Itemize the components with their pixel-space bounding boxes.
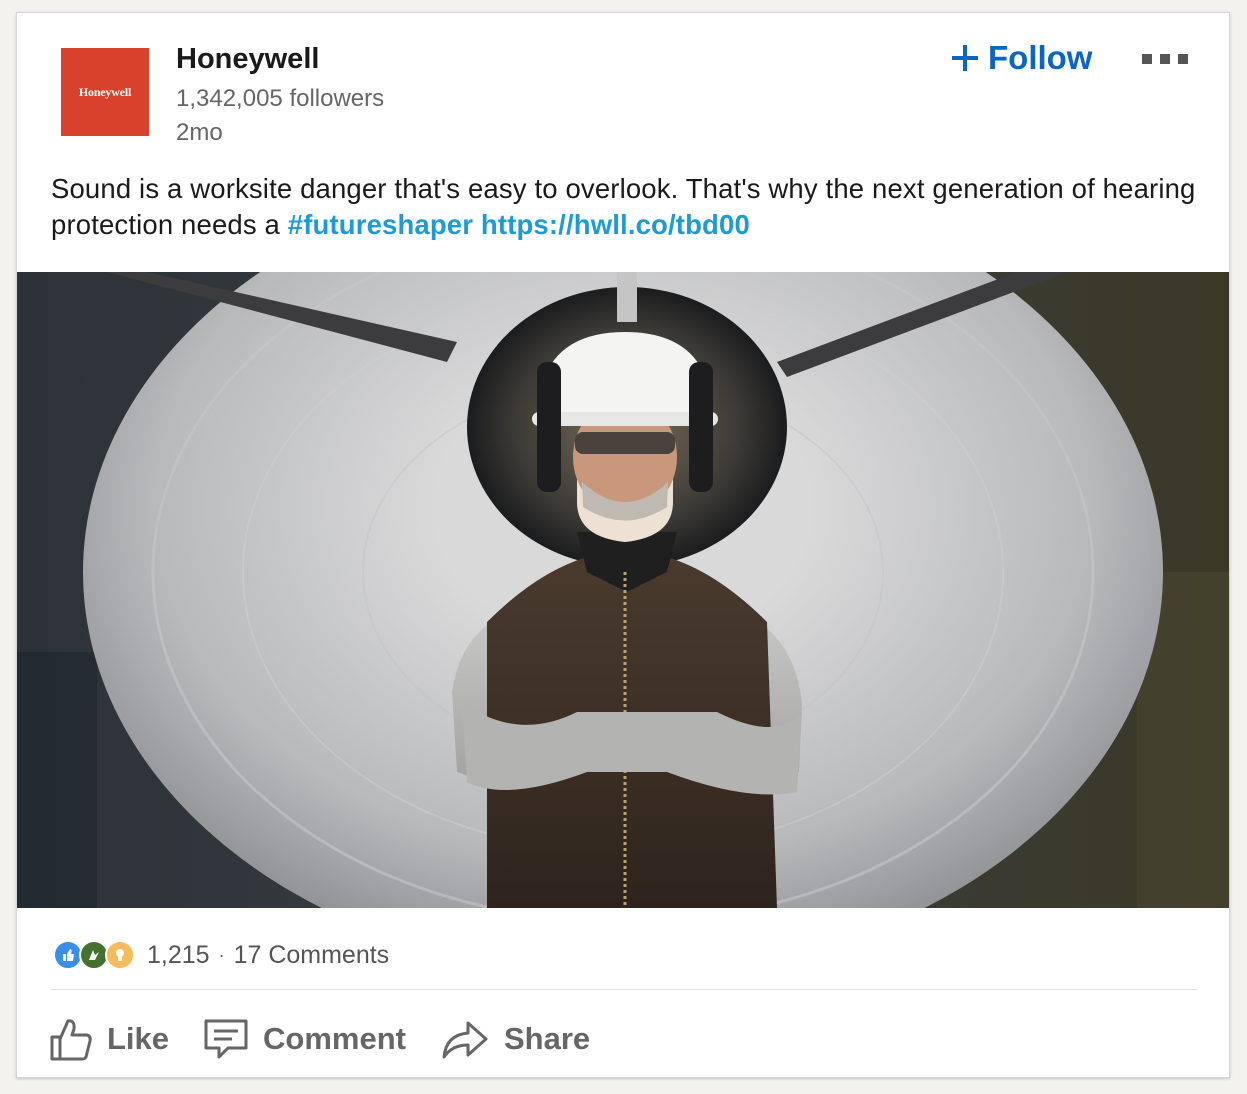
comment-count[interactable]: 17 Comments [234,941,390,970]
plus-icon [952,45,978,71]
like-button[interactable]: Like [49,1015,169,1063]
hashtag-link[interactable]: #futureshaper [288,209,473,240]
follow-button[interactable]: Follow [952,37,1092,79]
comment-label: Comment [263,1021,406,1056]
like-label: Like [107,1021,170,1056]
comment-button[interactable]: Comment [203,1018,406,1060]
insightful-reaction-icon [105,940,135,970]
dot [1142,54,1152,64]
post-text: Sound is a worksite danger that's easy t… [51,171,1201,243]
company-logo[interactable]: Honeywell [61,48,149,136]
share-button[interactable]: Share [440,1017,590,1061]
action-bar: Like Comment Share [49,1011,624,1067]
reaction-summary[interactable]: 1,215 · 17 Comments [53,937,389,973]
reaction-count[interactable]: 1,215 [147,941,210,970]
thumbs-up-icon [50,1019,92,1061]
post-card: Honeywell Honeywell 1,342,005 followers … [16,12,1230,1078]
comment-icon [204,1019,248,1059]
post-image[interactable] [17,272,1229,908]
dot [1160,54,1170,64]
separator-dot: · [218,944,225,965]
post-timestamp: 2mo [176,119,223,146]
share-arrow-icon [442,1021,488,1059]
follower-count: 1,342,005 followers [176,85,385,112]
follow-label: Follow [988,39,1093,76]
more-options-icon[interactable] [1142,49,1194,69]
url-link[interactable]: https://hwll.co/tbd00 [481,209,750,240]
logo-text: Honeywell [78,84,132,99]
dot [1178,54,1188,64]
share-label: Share [503,1021,591,1056]
divider [51,989,1197,990]
company-name[interactable]: Honeywell [176,43,319,76]
